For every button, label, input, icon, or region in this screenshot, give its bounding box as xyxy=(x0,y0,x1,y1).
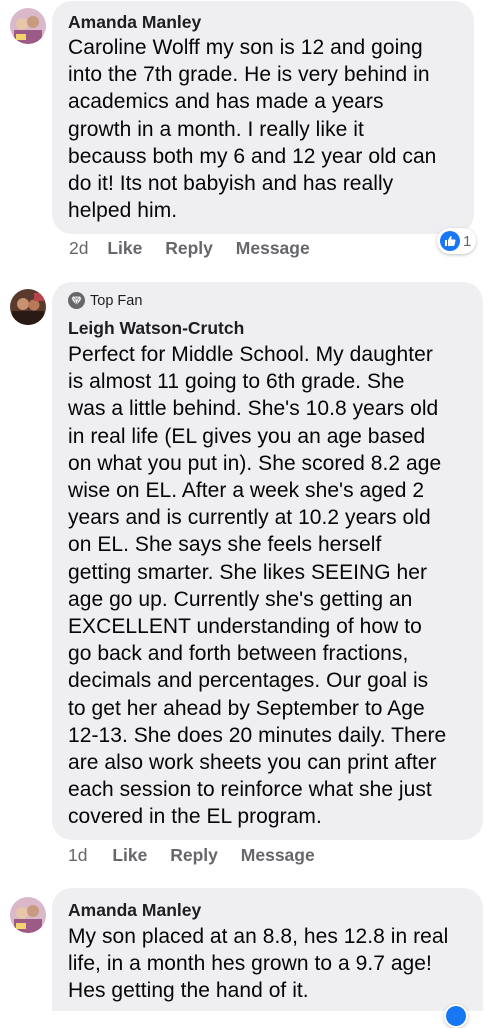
comment-text-line: to get her ahead by September to Age xyxy=(68,696,425,720)
like-button[interactable]: Like xyxy=(107,238,142,258)
like-reaction-icon xyxy=(446,1006,466,1026)
comment-text: Caroline Wolff my son is 12 and going int… xyxy=(68,34,436,224)
comment-text-line: Hes getting the hand of it. xyxy=(68,979,309,1003)
comment-text-line: do it! Its not babyish and has really xyxy=(68,172,394,196)
comment-text-line: in real life (EL gives you an age based xyxy=(68,424,426,448)
comment-text-line: on EL. She says she feels herself xyxy=(68,533,382,557)
comment-text-line: was a little behind. She's 10.8 years ol… xyxy=(68,397,439,421)
message-button[interactable]: Message xyxy=(241,845,315,865)
comment-text-line: each session to reinforce what she just xyxy=(68,778,432,802)
comment-text: Perfect for Middle School. My daughter is… xyxy=(68,341,446,831)
comment-timestamp[interactable]: 1d xyxy=(68,845,87,865)
comment-text-line: helped him. xyxy=(68,199,178,223)
comment-actions: 2d Like Reply Message xyxy=(69,238,310,259)
avatar[interactable] xyxy=(10,289,46,325)
comment-text-line: is almost 11 going to 6th grade. She xyxy=(68,370,405,394)
comment-timestamp[interactable]: 2d xyxy=(69,238,88,258)
comment-text-line: on what you put in). She scored 8.2 age xyxy=(68,451,442,475)
comment-text-line: are also work sheets you can print after xyxy=(68,751,437,775)
comment-text-line: getting smarter. She likes SEEING her xyxy=(68,560,428,584)
comment-text-line: Perfect for Middle School. My daughter xyxy=(68,343,433,366)
comment-text-line: becauss both my 6 and 12 year old can xyxy=(68,144,437,168)
like-button[interactable]: Like xyxy=(112,845,147,865)
top-fan-badge: Top Fan xyxy=(68,292,142,309)
comment-text: My son placed at an 8.8, hes 12.8 in rea… xyxy=(68,923,448,1005)
comment-text-line: years and is currently at 10.2 years old xyxy=(68,506,431,530)
badge-label: Top Fan xyxy=(90,292,143,309)
comment-text-line: decimals and percentages. Our goal is xyxy=(68,669,429,693)
comment-text-line: 12-13. She does 20 minutes daily. There xyxy=(68,723,447,747)
comment-text-line: into the 7th grade. He is very behind in xyxy=(68,63,430,87)
reply-button[interactable]: Reply xyxy=(170,845,218,865)
comment-text-line: My son placed at an 8.8, hes 12.8 in rea… xyxy=(68,925,449,948)
like-reaction-icon xyxy=(440,231,460,251)
comment-text-line: go back and forth between fractions, xyxy=(68,642,409,666)
reply-button[interactable]: Reply xyxy=(165,238,213,258)
reaction-count: 1 xyxy=(463,232,472,250)
comment-text-line: Caroline Wolff my son is 12 and going xyxy=(68,36,423,59)
comment-text-line: growth in a month. I really like it xyxy=(68,117,364,141)
comment-text-line: age go up. Currently she's getting an xyxy=(68,587,413,611)
diamond-icon xyxy=(68,292,85,309)
comment-text-line: academics and has made a years xyxy=(68,90,384,114)
avatar[interactable] xyxy=(10,897,46,933)
reaction-summary[interactable]: 1 xyxy=(437,228,477,254)
avatar[interactable] xyxy=(10,8,46,44)
comment-text-line: covered in the EL program. xyxy=(68,805,322,829)
comment-author[interactable]: Amanda Manley xyxy=(68,12,201,33)
comment-text-line: wise on EL. After a week she's aged 2 xyxy=(68,479,425,503)
comment-text-line: EXCELLENT understanding of how to xyxy=(68,615,422,639)
comment-author[interactable]: Leigh Watson-Crutch xyxy=(68,318,244,339)
message-button[interactable]: Message xyxy=(236,238,310,258)
reaction-summary[interactable] xyxy=(444,1004,468,1028)
comment-actions: 1d Like Reply Message xyxy=(68,845,315,866)
comment-author[interactable]: Amanda Manley xyxy=(68,900,201,921)
comment-text-line: life, in a month hes grown to a 9.7 age! xyxy=(68,952,432,976)
